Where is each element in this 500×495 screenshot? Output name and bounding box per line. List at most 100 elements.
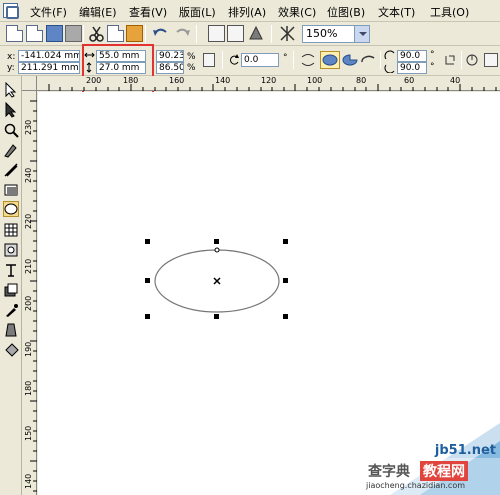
percent-label: % bbox=[187, 63, 196, 73]
property-bar: x: -141.024 mm y: 211.291 mm 55.0 mm 27.… bbox=[0, 46, 500, 76]
ellipse-mode-button[interactable] bbox=[320, 51, 340, 69]
scale-y-field[interactable]: 86.50 bbox=[156, 62, 184, 74]
ruler-number: 240 bbox=[24, 167, 33, 183]
menu-text[interactable]: 文本(T) bbox=[378, 4, 415, 20]
ruler-number: 180 bbox=[24, 380, 33, 396]
percent-label: % bbox=[187, 52, 196, 62]
zoom-level-dropdown[interactable]: 150% bbox=[302, 25, 370, 43]
menu-layout[interactable]: 版面(L) bbox=[179, 4, 216, 20]
menu-view[interactable]: 查看(V) bbox=[129, 4, 167, 20]
ruler-number: 80 bbox=[356, 76, 367, 85]
watermark-text1: 查字典 bbox=[368, 464, 410, 480]
toolbox bbox=[0, 76, 22, 495]
menu-bar: 文件(F) 编辑(E) 查看(V) 版面(L) 排列(A) 效果(C) 位图(B… bbox=[0, 0, 500, 22]
import-icon[interactable] bbox=[208, 25, 225, 42]
menu-edit[interactable]: 编辑(E) bbox=[79, 4, 117, 20]
eyedropper-tool-icon[interactable] bbox=[3, 302, 19, 318]
watermark-text2: 教程网 bbox=[420, 461, 468, 481]
wrap-text-icon[interactable] bbox=[465, 53, 479, 67]
vertical-ruler[interactable]: 230 240 220 210 200 190 180 150 140 bbox=[22, 91, 37, 495]
end-angle-icon bbox=[384, 62, 396, 74]
ruler-number: 120 bbox=[261, 76, 277, 85]
ruler-origin[interactable] bbox=[22, 76, 37, 91]
ruler-number: 40 bbox=[450, 76, 461, 85]
print-icon[interactable] bbox=[65, 25, 82, 42]
center-marker-icon bbox=[213, 277, 221, 285]
standard-toolbar: 150% bbox=[0, 22, 500, 46]
watermark-url: jiaocheng.chazidian.com bbox=[366, 481, 466, 490]
toolbar-separator bbox=[222, 51, 223, 69]
y-position-field[interactable]: 211.291 mm bbox=[18, 62, 80, 74]
start-angle-field[interactable]: 90.0 bbox=[397, 50, 427, 62]
pie-mode-icon[interactable] bbox=[342, 52, 358, 68]
freehand-tool-icon[interactable] bbox=[3, 142, 19, 158]
pick-tool-icon[interactable] bbox=[3, 81, 19, 98]
ruler-number: 160 bbox=[169, 76, 185, 85]
ruler-number: 140 bbox=[24, 473, 33, 489]
polygon-tool-icon[interactable] bbox=[3, 222, 19, 238]
toolbar-separator bbox=[145, 25, 146, 43]
menu-effects[interactable]: 效果(C) bbox=[278, 4, 316, 20]
watermark: jb51.net 查字典 教程网 jiaocheng.chazidian.com bbox=[360, 423, 500, 495]
rotation-angle-field[interactable]: 0.0 bbox=[241, 53, 279, 67]
application-launcher-icon[interactable] bbox=[248, 25, 265, 42]
x-label: x: bbox=[7, 52, 16, 62]
mirror-icon[interactable] bbox=[300, 52, 316, 68]
toolbar-separator bbox=[271, 25, 272, 43]
options-icon[interactable] bbox=[484, 53, 498, 67]
ruler-number: 200 bbox=[86, 76, 102, 85]
x-position-field[interactable]: -141.024 mm bbox=[18, 50, 80, 62]
zoom-tool-icon[interactable] bbox=[3, 122, 19, 138]
ellipse-tool-icon[interactable] bbox=[3, 201, 19, 217]
shape-tool-icon[interactable] bbox=[3, 101, 19, 118]
arc-mode-icon[interactable] bbox=[360, 52, 376, 68]
degree-label: ° bbox=[283, 53, 288, 63]
cut-icon[interactable] bbox=[88, 25, 105, 42]
open-icon[interactable] bbox=[26, 25, 43, 42]
rectangle-tool-icon[interactable] bbox=[3, 182, 19, 198]
ruler-number: 230 bbox=[24, 119, 33, 135]
menu-tools[interactable]: 工具(O) bbox=[430, 4, 469, 20]
zoom-level-value: 150% bbox=[306, 27, 338, 40]
ruler-number: 180 bbox=[123, 76, 139, 85]
paste-icon[interactable] bbox=[126, 25, 143, 42]
ruler-number: 100 bbox=[307, 76, 323, 85]
ruler-number: 220 bbox=[24, 213, 33, 229]
menu-bitmaps[interactable]: 位图(B) bbox=[327, 4, 365, 20]
basic-shapes-tool-icon[interactable] bbox=[3, 242, 19, 258]
copy-icon[interactable] bbox=[107, 25, 124, 42]
lock-ratio-icon[interactable] bbox=[203, 53, 215, 67]
toolbar-separator bbox=[293, 51, 294, 69]
drawing-canvas[interactable]: jb51.net 查字典 教程网 jiaocheng.chazidian.com bbox=[38, 92, 500, 495]
undo-icon[interactable] bbox=[152, 25, 169, 42]
smart-fill-tool-icon[interactable] bbox=[3, 162, 19, 178]
y-label: y: bbox=[7, 63, 15, 73]
save-icon[interactable] bbox=[46, 25, 63, 42]
text-tool-icon[interactable] bbox=[3, 262, 19, 278]
toolbar-separator bbox=[461, 51, 462, 69]
outline-tool-icon[interactable] bbox=[3, 322, 19, 338]
toolbar-separator bbox=[380, 51, 381, 69]
app-icon[interactable] bbox=[3, 3, 19, 19]
ruler-number: 140 bbox=[215, 76, 231, 85]
redo-icon[interactable] bbox=[174, 25, 191, 42]
ruler-number: 190 bbox=[24, 341, 33, 357]
horizontal-ruler[interactable]: 200 180 160 140 120 100 80 60 40 bbox=[37, 76, 500, 91]
direction-icon[interactable] bbox=[443, 53, 457, 67]
scale-x-field[interactable]: 90.23 bbox=[156, 50, 184, 62]
interactive-blend-tool-icon[interactable] bbox=[3, 282, 19, 298]
end-angle-field[interactable]: 90.0 bbox=[397, 62, 427, 74]
rotate-icon bbox=[228, 54, 240, 66]
toolbar-separator bbox=[83, 25, 84, 43]
fill-tool-icon[interactable] bbox=[3, 342, 19, 358]
export-icon[interactable] bbox=[227, 25, 244, 42]
menu-file[interactable]: 文件(F) bbox=[30, 4, 67, 20]
corel-online-icon[interactable] bbox=[279, 25, 296, 42]
degree-label: ° bbox=[430, 62, 435, 72]
chevron-down-icon[interactable] bbox=[354, 26, 369, 42]
new-document-icon[interactable] bbox=[6, 25, 23, 42]
start-angle-icon bbox=[384, 50, 396, 61]
ellipse-node bbox=[214, 247, 220, 253]
menu-arrange[interactable]: 排列(A) bbox=[228, 4, 266, 20]
degree-label: ° bbox=[430, 50, 435, 60]
